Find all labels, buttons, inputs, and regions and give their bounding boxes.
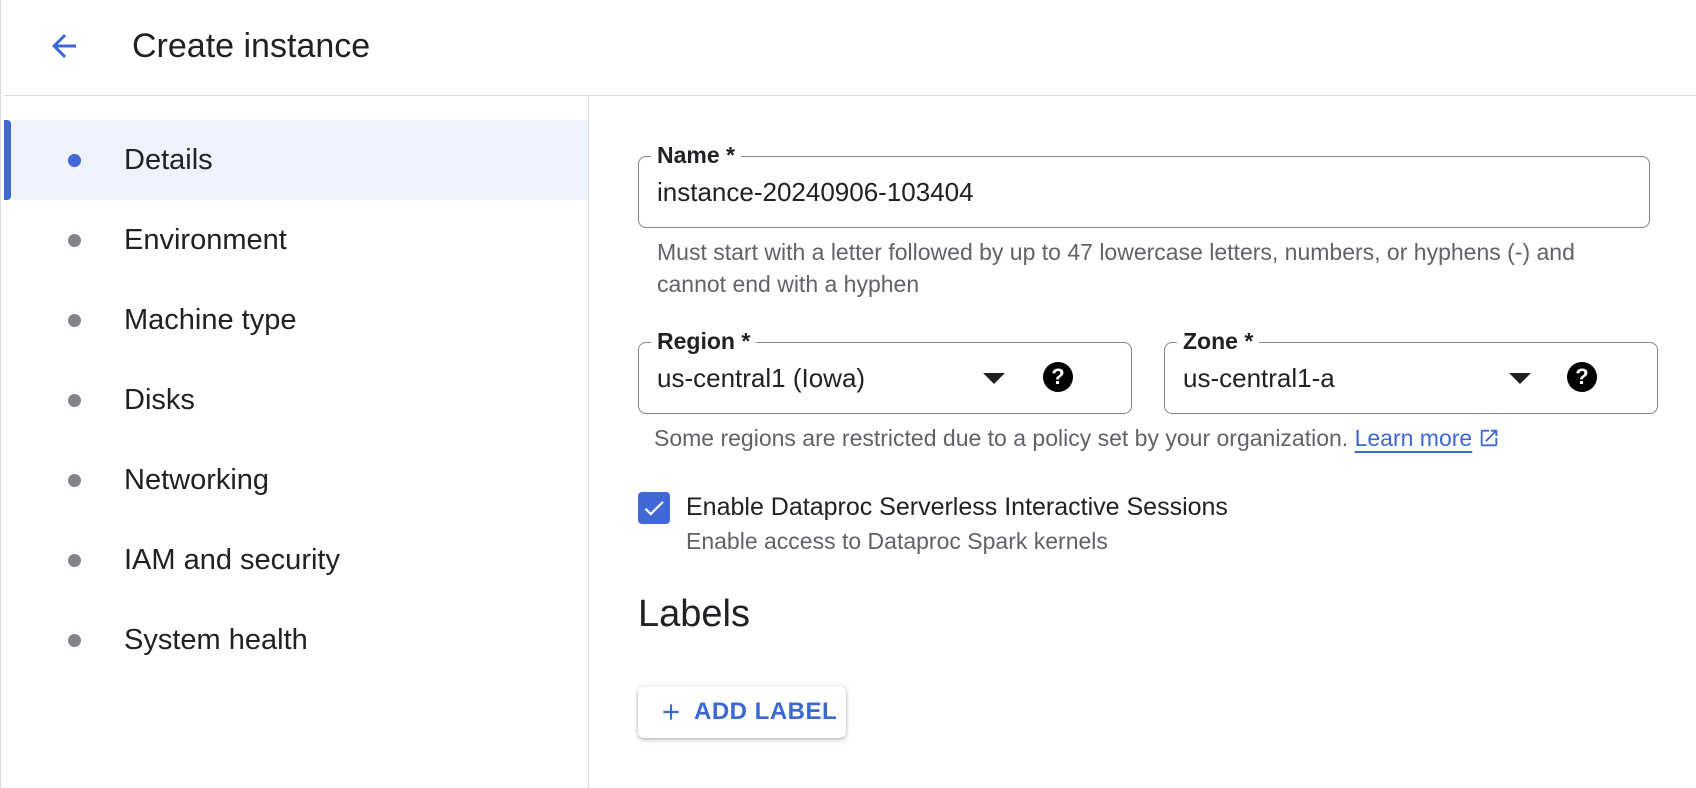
sidebar-item-label: System health: [124, 623, 308, 656]
region-policy-text: Some regions are restricted due to a pol…: [654, 425, 1349, 451]
sidebar-item-details[interactable]: Details: [4, 120, 588, 200]
create-instance-page: Create instance Details Environment Mach…: [0, 0, 1696, 788]
name-field-label: Name *: [651, 141, 741, 169]
page-title: Create instance: [132, 27, 371, 65]
active-indicator: [4, 120, 11, 200]
sidebar-item-system-health[interactable]: System health: [4, 600, 588, 680]
external-link-icon[interactable]: [1478, 427, 1500, 449]
bullet-icon: [68, 313, 81, 327]
sidebar-item-label: Networking: [124, 463, 270, 496]
bullet-icon: [68, 473, 81, 487]
help-icon[interactable]: ?: [1567, 362, 1597, 392]
checkmark-icon: [644, 501, 664, 516]
region-field-label: Region *: [651, 327, 757, 355]
zone-value: us-central1-a: [1183, 363, 1335, 393]
bullet-icon: [68, 553, 81, 567]
region-policy-hint: Some regions are restricted due to a pol…: [654, 422, 1654, 454]
sidebar-item-iam-and-security[interactable]: IAM and security: [4, 520, 588, 600]
sidebar-item-label: Environment: [124, 223, 287, 256]
main-form: Name * Must start with a letter followed…: [590, 96, 1696, 788]
help-icon[interactable]: ?: [1043, 362, 1073, 392]
sidebar-item-disks[interactable]: Disks: [4, 360, 588, 440]
sidebar-nav: Details Environment Machine type Disks N…: [4, 96, 589, 788]
sidebar-item-environment[interactable]: Environment: [4, 200, 588, 280]
sidebar-item-networking[interactable]: Networking: [4, 440, 588, 520]
bullet-icon: [68, 393, 81, 407]
plus-icon: [663, 704, 679, 720]
serverless-checkbox[interactable]: [638, 492, 670, 524]
sidebar-item-machine-type[interactable]: Machine type: [4, 280, 588, 360]
bullet-icon: [68, 233, 81, 247]
sidebar-item-label: Details: [124, 143, 213, 176]
add-label-button[interactable]: ADD LABEL: [638, 686, 846, 738]
sidebar-item-label: IAM and security: [124, 543, 340, 576]
add-label-button-text: ADD LABEL: [694, 698, 838, 725]
back-button[interactable]: [40, 22, 88, 70]
bullet-icon: [68, 153, 81, 167]
name-hint: Must start with a letter followed by up …: [657, 239, 1575, 297]
dropdown-arrow-icon[interactable]: [983, 373, 1005, 384]
learn-more-link[interactable]: Learn more: [1355, 425, 1473, 451]
bullet-icon: [68, 633, 81, 647]
sidebar-item-label: Machine type: [124, 303, 297, 336]
serverless-checkbox-sublabel: Enable access to Dataproc Spark kernels: [686, 528, 1108, 554]
serverless-checkbox-label: Enable Dataproc Serverless Interactive S…: [686, 493, 1228, 521]
zone-select[interactable]: Zone * us-central1-a ?: [1164, 327, 1658, 414]
zone-field-label: Zone *: [1177, 327, 1260, 355]
labels-section-title: Labels: [638, 593, 750, 635]
region-value: us-central1 (Iowa): [657, 363, 866, 393]
name-input[interactable]: [657, 175, 1617, 209]
arrow-back-icon: [52, 34, 76, 58]
name-field[interactable]: Name *: [638, 141, 1650, 228]
sidebar-item-label: Disks: [124, 383, 195, 416]
dropdown-arrow-icon[interactable]: [1509, 373, 1531, 384]
header: Create instance: [4, 0, 1696, 96]
region-select[interactable]: Region * us-central1 (Iowa) ?: [638, 327, 1132, 414]
